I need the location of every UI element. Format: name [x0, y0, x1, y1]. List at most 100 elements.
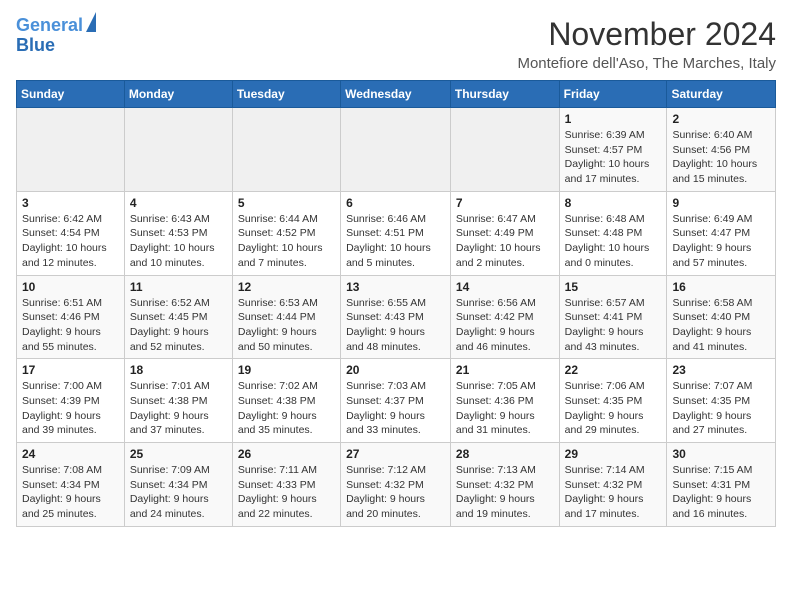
- location-title: Montefiore dell'Aso, The Marches, Italy: [517, 55, 776, 72]
- calendar-cell: 26 Sunrise: 7:11 AM Sunset: 4:33 PM Dayli…: [232, 443, 340, 527]
- calendar-cell: 28 Sunrise: 7:13 AM Sunset: 4:32 PM Dayli…: [450, 443, 559, 527]
- calendar-week-row: 17Sunrise: 7:00 AM Sunset: 4:39 PM Dayli…: [17, 359, 776, 443]
- calendar-cell: 30Sunrise: 7:15 AM Sunset: 4:31 PM Dayli…: [667, 443, 776, 527]
- calendar-cell: 12Sunrise: 6:53 AM Sunset: 4:44 PM Dayli…: [232, 275, 340, 359]
- logo-triangle: [86, 12, 96, 32]
- calendar-week-row: 10 Sunrise: 6:51 AM Sunset: 4:46 PM Dayli…: [17, 275, 776, 359]
- day-info: Sunrise: 7:00 AM Sunset: 4:39 PM Dayligh…: [22, 379, 119, 438]
- month-title: November 2024: [517, 16, 776, 53]
- day-number: 24: [22, 447, 119, 461]
- calendar-cell: 21 Sunrise: 7:05 AM Sunset: 4:36 PM Dayli…: [450, 359, 559, 443]
- day-info: Sunrise: 6:39 AM Sunset: 4:57 PM Dayligh…: [565, 128, 662, 187]
- calendar-cell: 22 Sunrise: 7:06 AM Sunset: 4:35 PM Dayli…: [559, 359, 667, 443]
- calendar-cell: [341, 108, 451, 192]
- day-number: 19: [238, 363, 335, 377]
- day-number: 15: [565, 280, 662, 294]
- day-info: Sunrise: 6:57 AM Sunset: 4:41 PM Dayligh…: [565, 296, 662, 355]
- day-info: Sunrise: 7:13 AM Sunset: 4:32 PM Dayligh…: [456, 463, 554, 522]
- calendar-cell: [124, 108, 232, 192]
- day-info: Sunrise: 6:58 AM Sunset: 4:40 PM Dayligh…: [672, 296, 770, 355]
- calendar-cell: [17, 108, 125, 192]
- calendar-week-row: 3 Sunrise: 6:42 AM Sunset: 4:54 PM Daylig…: [17, 191, 776, 275]
- calendar-cell: 3 Sunrise: 6:42 AM Sunset: 4:54 PM Daylig…: [17, 191, 125, 275]
- calendar-cell: 11 Sunrise: 6:52 AM Sunset: 4:45 PM Dayli…: [124, 275, 232, 359]
- calendar-cell: 2Sunrise: 6:40 AM Sunset: 4:56 PM Daylig…: [667, 108, 776, 192]
- header-saturday: Saturday: [667, 81, 776, 108]
- header-thursday: Thursday: [450, 81, 559, 108]
- calendar-cell: 6Sunrise: 6:46 AM Sunset: 4:51 PM Daylig…: [341, 191, 451, 275]
- logo-text-line2: Blue: [16, 36, 55, 56]
- day-info: Sunrise: 7:03 AM Sunset: 4:37 PM Dayligh…: [346, 379, 445, 438]
- day-number: 23: [672, 363, 770, 377]
- day-info: Sunrise: 6:42 AM Sunset: 4:54 PM Dayligh…: [22, 212, 119, 271]
- calendar-header-row: SundayMondayTuesdayWednesdayThursdayFrid…: [17, 81, 776, 108]
- header-friday: Friday: [559, 81, 667, 108]
- header-monday: Monday: [124, 81, 232, 108]
- day-number: 10: [22, 280, 119, 294]
- day-info: Sunrise: 7:09 AM Sunset: 4:34 PM Dayligh…: [130, 463, 227, 522]
- calendar-cell: 16 Sunrise: 6:58 AM Sunset: 4:40 PM Dayli…: [667, 275, 776, 359]
- day-number: 12: [238, 280, 335, 294]
- calendar-cell: 9 Sunrise: 6:49 AM Sunset: 4:47 PM Daylig…: [667, 191, 776, 275]
- day-info: Sunrise: 6:49 AM Sunset: 4:47 PM Dayligh…: [672, 212, 770, 271]
- day-info: Sunrise: 6:44 AM Sunset: 4:52 PM Dayligh…: [238, 212, 335, 271]
- day-number: 5: [238, 196, 335, 210]
- day-info: Sunrise: 6:51 AM Sunset: 4:46 PM Dayligh…: [22, 296, 119, 355]
- day-number: 21: [456, 363, 554, 377]
- day-info: Sunrise: 6:55 AM Sunset: 4:43 PM Dayligh…: [346, 296, 445, 355]
- calendar-cell: 4Sunrise: 6:43 AM Sunset: 4:53 PM Daylig…: [124, 191, 232, 275]
- day-info: Sunrise: 7:05 AM Sunset: 4:36 PM Dayligh…: [456, 379, 554, 438]
- header-tuesday: Tuesday: [232, 81, 340, 108]
- day-info: Sunrise: 6:48 AM Sunset: 4:48 PM Dayligh…: [565, 212, 662, 271]
- calendar-cell: 1 Sunrise: 6:39 AM Sunset: 4:57 PM Daylig…: [559, 108, 667, 192]
- logo-text-line1: General: [16, 16, 83, 36]
- day-number: 7: [456, 196, 554, 210]
- day-number: 8: [565, 196, 662, 210]
- day-info: Sunrise: 7:11 AM Sunset: 4:33 PM Dayligh…: [238, 463, 335, 522]
- day-info: Sunrise: 7:15 AM Sunset: 4:31 PM Dayligh…: [672, 463, 770, 522]
- calendar-cell: 24Sunrise: 7:08 AM Sunset: 4:34 PM Dayli…: [17, 443, 125, 527]
- day-number: 14: [456, 280, 554, 294]
- title-area: November 2024 Montefiore dell'Aso, The M…: [517, 16, 776, 72]
- day-info: Sunrise: 7:01 AM Sunset: 4:38 PM Dayligh…: [130, 379, 227, 438]
- header-sunday: Sunday: [17, 81, 125, 108]
- day-info: Sunrise: 6:47 AM Sunset: 4:49 PM Dayligh…: [456, 212, 554, 271]
- calendar-cell: 14Sunrise: 6:56 AM Sunset: 4:42 PM Dayli…: [450, 275, 559, 359]
- day-number: 9: [672, 196, 770, 210]
- day-number: 26: [238, 447, 335, 461]
- day-number: 16: [672, 280, 770, 294]
- day-number: 27: [346, 447, 445, 461]
- day-number: 11: [130, 280, 227, 294]
- day-info: Sunrise: 6:46 AM Sunset: 4:51 PM Dayligh…: [346, 212, 445, 271]
- day-info: Sunrise: 7:07 AM Sunset: 4:35 PM Dayligh…: [672, 379, 770, 438]
- calendar-cell: 25Sunrise: 7:09 AM Sunset: 4:34 PM Dayli…: [124, 443, 232, 527]
- calendar-cell: 7 Sunrise: 6:47 AM Sunset: 4:49 PM Daylig…: [450, 191, 559, 275]
- day-number: 1: [565, 112, 662, 126]
- calendar-week-row: 24Sunrise: 7:08 AM Sunset: 4:34 PM Dayli…: [17, 443, 776, 527]
- day-number: 3: [22, 196, 119, 210]
- day-number: 13: [346, 280, 445, 294]
- calendar-cell: 5 Sunrise: 6:44 AM Sunset: 4:52 PM Daylig…: [232, 191, 340, 275]
- calendar-cell: 8 Sunrise: 6:48 AM Sunset: 4:48 PM Daylig…: [559, 191, 667, 275]
- calendar-cell: 17Sunrise: 7:00 AM Sunset: 4:39 PM Dayli…: [17, 359, 125, 443]
- day-number: 29: [565, 447, 662, 461]
- page-header: General Blue November 2024 Montefiore de…: [16, 16, 776, 72]
- day-info: Sunrise: 6:52 AM Sunset: 4:45 PM Dayligh…: [130, 296, 227, 355]
- day-info: Sunrise: 7:14 AM Sunset: 4:32 PM Dayligh…: [565, 463, 662, 522]
- calendar-table: SundayMondayTuesdayWednesdayThursdayFrid…: [16, 80, 776, 527]
- day-number: 22: [565, 363, 662, 377]
- calendar-cell: 13 Sunrise: 6:55 AM Sunset: 4:43 PM Dayli…: [341, 275, 451, 359]
- day-number: 28: [456, 447, 554, 461]
- day-number: 4: [130, 196, 227, 210]
- day-info: Sunrise: 7:06 AM Sunset: 4:35 PM Dayligh…: [565, 379, 662, 438]
- calendar-cell: 10 Sunrise: 6:51 AM Sunset: 4:46 PM Dayli…: [17, 275, 125, 359]
- day-number: 20: [346, 363, 445, 377]
- day-info: Sunrise: 6:40 AM Sunset: 4:56 PM Dayligh…: [672, 128, 770, 187]
- day-number: 18: [130, 363, 227, 377]
- calendar-cell: 29 Sunrise: 7:14 AM Sunset: 4:32 PM Dayli…: [559, 443, 667, 527]
- logo: General Blue: [16, 16, 96, 56]
- calendar-cell: [232, 108, 340, 192]
- calendar-cell: 18 Sunrise: 7:01 AM Sunset: 4:38 PM Dayli…: [124, 359, 232, 443]
- calendar-cell: 15 Sunrise: 6:57 AM Sunset: 4:41 PM Dayli…: [559, 275, 667, 359]
- calendar-cell: 20 Sunrise: 7:03 AM Sunset: 4:37 PM Dayli…: [341, 359, 451, 443]
